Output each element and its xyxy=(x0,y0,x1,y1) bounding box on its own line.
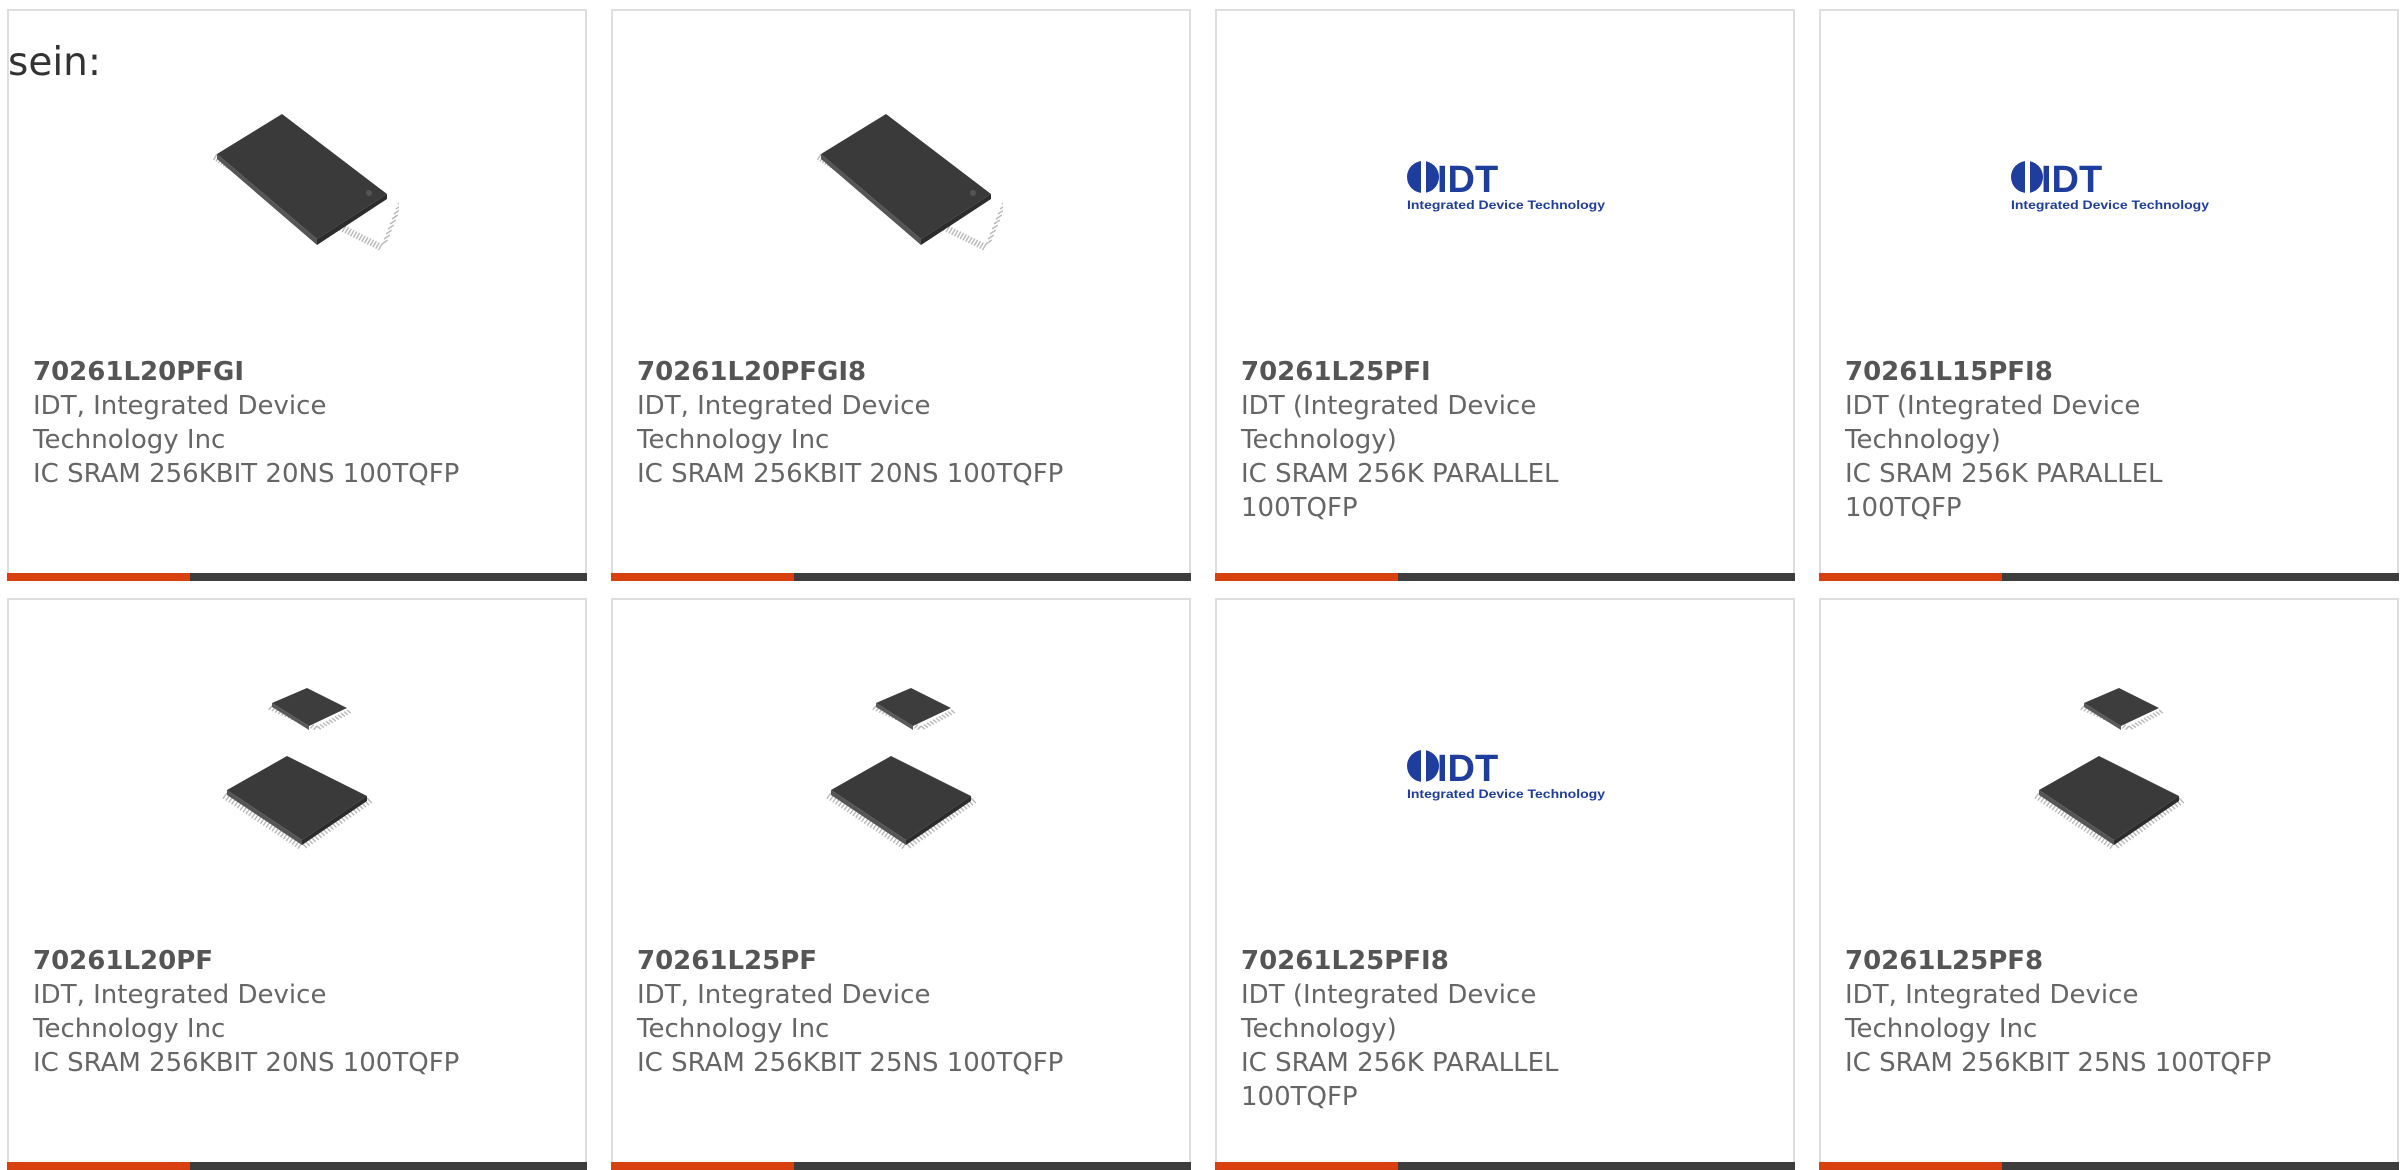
chip-large-icon xyxy=(801,79,1003,281)
idt-logo-tagline: Integrated Device Technology xyxy=(2011,198,2209,212)
product-card[interactable]: 70261L20PFGI IDT, Integrated Device Tech… xyxy=(7,9,587,581)
part-number[interactable]: 70261L20PFGI8 xyxy=(637,355,1077,389)
chip-pair-icon xyxy=(801,668,1003,870)
product-card[interactable]: 70261L20PF IDT, Integrated Device Techno… xyxy=(7,598,587,1170)
idt-logo-brand: IDT xyxy=(1437,159,1498,201)
part-number[interactable]: 70261L20PF xyxy=(33,944,473,978)
description: IC SRAM 256KBIT 25NS 100TQFP xyxy=(637,1048,1064,1078)
description: IC SRAM 256K PARALLEL 100TQFP xyxy=(1845,459,2163,523)
part-number[interactable]: 70261L25PF xyxy=(637,944,1077,978)
idt-logo-tagline: Integrated Device Technology xyxy=(1407,198,1605,212)
part-number[interactable]: 70261L25PFI8 xyxy=(1241,944,1681,978)
description: IC SRAM 256K PARALLEL 100TQFP xyxy=(1241,1048,1559,1112)
description: IC SRAM 256K PARALLEL 100TQFP xyxy=(1241,459,1559,523)
manufacturer: IDT (Integrated Device Technology) xyxy=(1241,391,1537,455)
part-number[interactable]: 70261L15PFI8 xyxy=(1845,355,2285,389)
chip-pair-icon xyxy=(2009,668,2211,870)
card-bar-accent xyxy=(611,1162,794,1170)
card-bar-accent xyxy=(611,573,794,581)
card-bar-accent xyxy=(1215,1162,1398,1170)
product-card[interactable]: IDT Integrated Device Technology 70261L2… xyxy=(1215,9,1795,581)
card-bar xyxy=(611,573,1191,581)
description: IC SRAM 256KBIT 20NS 100TQFP xyxy=(33,1048,460,1078)
manufacturer: IDT, Integrated Device Technology Inc xyxy=(33,980,327,1044)
card-bar-accent xyxy=(7,573,190,581)
description: IC SRAM 256KBIT 25NS 100TQFP xyxy=(1845,1048,2272,1078)
card-bar xyxy=(7,1162,587,1170)
intro-text: sein: xyxy=(8,40,102,85)
idt-logo-brand: IDT xyxy=(2041,159,2102,201)
card-bar-accent xyxy=(1819,573,2002,581)
card-bar xyxy=(611,1162,1191,1170)
idt-logo-brand: IDT xyxy=(1437,748,1498,790)
manufacturer: IDT, Integrated Device Technology Inc xyxy=(637,980,931,1044)
description: IC SRAM 256KBIT 20NS 100TQFP xyxy=(637,459,1064,489)
card-bar xyxy=(7,573,587,581)
idt-logo-tagline: Integrated Device Technology xyxy=(1407,787,1605,801)
part-number[interactable]: 70261L25PFI xyxy=(1241,355,1681,389)
card-bar xyxy=(1215,573,1795,581)
idt-logo: IDT Integrated Device Technology xyxy=(1405,668,1607,870)
part-number[interactable]: 70261L20PFGI xyxy=(33,355,473,389)
idt-logo: IDT Integrated Device Technology xyxy=(2009,79,2211,281)
card-bar xyxy=(1819,573,2399,581)
product-grid: 70261L20PFGI IDT, Integrated Device Tech… xyxy=(7,9,2399,1170)
card-bar-accent xyxy=(1215,573,1398,581)
description: IC SRAM 256KBIT 20NS 100TQFP xyxy=(33,459,460,489)
card-bar-accent xyxy=(7,1162,190,1170)
product-card[interactable]: 70261L20PFGI8 IDT, Integrated Device Tec… xyxy=(611,9,1191,581)
product-card[interactable]: IDT Integrated Device Technology 70261L1… xyxy=(1819,9,2399,581)
chip-large-icon xyxy=(197,79,399,281)
card-bar xyxy=(1215,1162,1795,1170)
product-card[interactable]: 70261L25PF IDT, Integrated Device Techno… xyxy=(611,598,1191,1170)
product-card[interactable]: 70261L25PF8 IDT, Integrated Device Techn… xyxy=(1819,598,2399,1170)
idt-logo: IDT Integrated Device Technology xyxy=(1405,79,1607,281)
card-bar xyxy=(1819,1162,2399,1170)
card-bar-accent xyxy=(1819,1162,2002,1170)
part-number[interactable]: 70261L25PF8 xyxy=(1845,944,2285,978)
chip-pair-icon xyxy=(197,668,399,870)
manufacturer: IDT (Integrated Device Technology) xyxy=(1845,391,2141,455)
manufacturer: IDT, Integrated Device Technology Inc xyxy=(1845,980,2139,1044)
product-card[interactable]: IDT Integrated Device Technology 70261L2… xyxy=(1215,598,1795,1170)
manufacturer: IDT, Integrated Device Technology Inc xyxy=(33,391,327,455)
manufacturer: IDT (Integrated Device Technology) xyxy=(1241,980,1537,1044)
manufacturer: IDT, Integrated Device Technology Inc xyxy=(637,391,931,455)
